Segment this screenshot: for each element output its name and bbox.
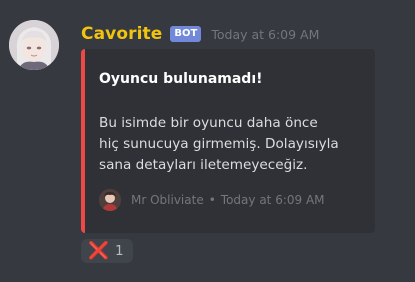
embed-footer: Mr Obliviate • Today at 6:09 AM <box>99 189 325 211</box>
chat-message: Cavorite BOT Today at 6:09 AM Oyuncu bul… <box>0 0 415 282</box>
embed-title: Oyuncu bulunamadı! <box>99 71 263 87</box>
cross-mark-icon: ❌ <box>88 240 110 261</box>
footer-author: Mr Obliviate <box>131 193 204 207</box>
footer-timestamp: Today at 6:09 AM <box>220 193 325 207</box>
anime-girl-avatar-icon <box>9 20 59 70</box>
reaction-count: 1 <box>115 243 124 259</box>
message-timestamp[interactable]: Today at 6:09 AM <box>211 27 319 42</box>
author-avatar[interactable] <box>9 20 59 70</box>
user-avatar-icon <box>99 189 121 211</box>
embed-description: Bu isimde bir oyuncu daha önce hiç sunuc… <box>99 113 367 176</box>
message-embed: Oyuncu bulunamadı! Bu isimde bir oyuncu … <box>81 49 375 233</box>
embed-description-line: hiç sunucuya girmemiş. Dolayısıyla <box>99 136 339 152</box>
footer-separator: • <box>208 193 216 207</box>
embed-description-line: Bu isimde bir oyuncu daha önce <box>99 115 318 131</box>
bot-badge: BOT <box>170 26 202 42</box>
reaction-button[interactable]: ❌ 1 <box>81 239 133 263</box>
embed-description-line: sana detayları iletemeyeceğiz. <box>99 157 308 173</box>
author-username[interactable]: Cavorite <box>81 24 162 44</box>
message-header: Cavorite BOT Today at 6:09 AM <box>81 21 319 47</box>
